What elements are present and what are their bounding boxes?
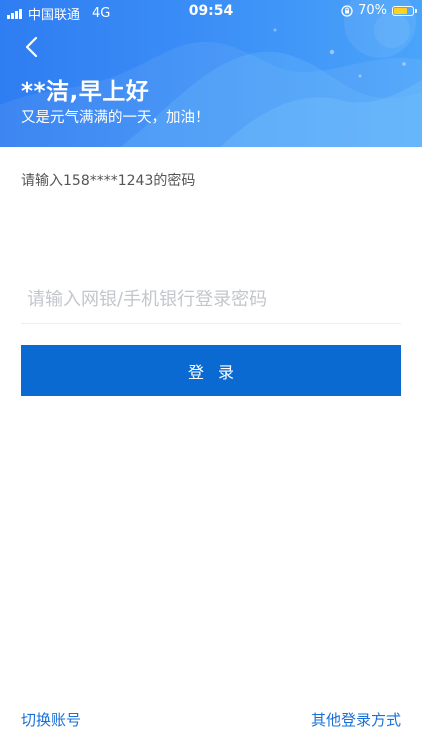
rotation-lock-icon	[341, 4, 353, 17]
login-button[interactable]: 登录	[21, 345, 401, 396]
status-right: 70%	[341, 3, 417, 18]
status-bar: 中国联通 4G 09:54 70%	[0, 0, 422, 24]
battery-level	[394, 7, 407, 14]
battery-icon	[392, 5, 417, 16]
switch-account-link[interactable]: 切换账号	[21, 709, 81, 730]
input-underline	[21, 323, 401, 324]
login-screen: 中国联通 4G 09:54 70% **洁,早上好 又是元气满满的一天，加油！ …	[0, 0, 422, 750]
other-login-methods-link[interactable]: 其他登录方式	[311, 709, 401, 730]
password-input[interactable]	[21, 279, 401, 319]
back-chevron-icon[interactable]	[18, 33, 46, 61]
greeting-subtitle: 又是元气满满的一天，加油！	[21, 110, 210, 126]
battery-percent: 70%	[358, 3, 387, 18]
header-banner: 中国联通 4G 09:54 70% **洁,早上好 又是元气满满的一天，加油！	[0, 0, 422, 147]
greeting-title: **洁,早上好	[21, 79, 150, 105]
password-prompt: 请输入158****1243的密码	[21, 173, 196, 189]
